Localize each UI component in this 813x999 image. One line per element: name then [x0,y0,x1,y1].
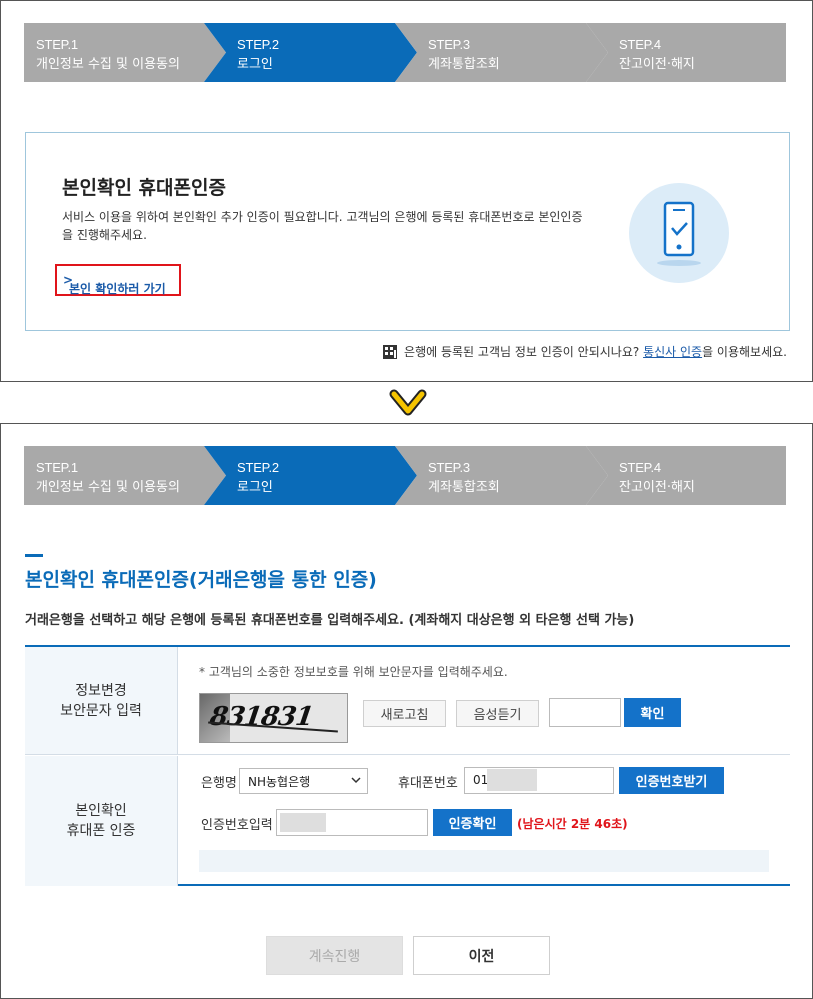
masked-phone-digits [487,769,537,791]
captcha-row: 정보변경 보안문자 입력 * 고객님의 소중한 정보보호를 위해 보안문자를 입력… [25,647,790,755]
bank-select[interactable]: NH농협은행 [239,768,368,794]
bank-select-value: NH농협은행 [248,774,311,789]
captcha-audio-button[interactable]: 음성듣기 [456,700,539,727]
step-2-number: STEP.2 [237,460,279,475]
step-2-number: STEP.2 [237,37,279,52]
step-3-title: 계좌통합조회 [428,57,500,72]
section-title-accent [25,554,43,557]
carrier-auth-link[interactable]: 통신사 인증 [643,343,702,360]
step-2-title: 로그인 [237,480,273,495]
smartphone-check-icon [629,183,729,283]
captcha-row-header: 정보변경 보안문자 입력 [25,647,178,754]
captcha-confirm-button[interactable]: 확인 [624,698,681,727]
get-code-button[interactable]: 인증번호받기 [619,767,724,794]
building-icon [383,344,398,359]
verify-identity-link-label: 본인 확인하러 가기 > [63,273,166,296]
phone-auth-card: 본인확인 휴대폰인증 서비스 이용을 위하여 본인확인 추가 인증이 필요합니다… [25,132,790,331]
auth-form-table: 정보변경 보안문자 입력 * 고객님의 소중한 정보보호를 위해 보안문자를 입력… [25,645,790,886]
bank-label: 은행명 [201,776,237,791]
masked-code [280,813,326,832]
carrier-auth-notice: 은행에 등록된 고객님 정보 인증이 안되시나요? 통신사 인증 을 이용해보세요… [382,343,787,360]
captcha-refresh-button[interactable]: 새로고침 [363,700,446,727]
step-4: STEP.4 잔고이전·해지 [586,23,786,82]
step-3-title: 계좌통합조회 [428,480,500,495]
step-1: STEP.1 개인정보 수집 및 이용동의 [24,446,226,505]
section-title: 본인확인 휴대폰인증(거래은행을 통한 인증) [25,569,377,591]
step-1-title: 개인정보 수집 및 이용동의 [36,57,180,72]
verify-code-button[interactable]: 인증확인 [433,809,512,836]
step-progress-bar: STEP.1 개인정보 수집 및 이용동의 STEP.2 로그인 STEP.3 … [24,446,786,505]
captcha-hint: * 고객님의 소중한 정보보호를 위해 보안문자를 입력해주세요. [199,665,508,679]
remaining-time: (남은시간 2분 46초) [517,817,628,831]
step-2-title: 로그인 [237,57,273,72]
step-4-title: 잔고이전·해지 [619,57,695,72]
step-1: STEP.1 개인정보 수집 및 이용동의 [24,23,226,82]
step-2: STEP.2 로그인 [204,446,417,505]
step-3-number: STEP.3 [428,460,470,475]
step-4-title: 잔고이전·해지 [619,480,695,495]
section-description: 거래은행을 선택하고 해당 은행에 등록된 휴대폰번호를 입력해주세요. (계좌… [25,613,635,628]
card-title: 본인확인 휴대폰인증 [62,177,226,199]
step-login-panel: STEP.1 개인정보 수집 및 이용동의 STEP.2 로그인 STEP.3 … [0,0,813,382]
step-1-number: STEP.1 [36,37,78,52]
notice-text: 은행에 등록된 고객님 정보 인증이 안되시나요? [404,345,640,359]
continue-button[interactable]: 계속진행 [266,936,403,975]
phone-auth-row: 본인확인 휴대폰 인증 은행명 NH농협은행 휴대폰번호 010 인증번호받기 인… [25,756,790,886]
step-3: STEP.3 계좌통합조회 [395,23,608,82]
phone-label: 휴대폰번호 [398,776,458,791]
step-4-number: STEP.4 [619,37,661,52]
step-3-number: STEP.3 [428,37,470,52]
step-4-number: STEP.4 [619,460,661,475]
step-progress-bar: STEP.1 개인정보 수집 및 이용동의 STEP.2 로그인 STEP.3 … [24,23,786,82]
captcha-input[interactable] [549,698,621,727]
step-1-number: STEP.1 [36,460,78,475]
chevron-down-icon [351,777,361,784]
bank-phone-auth-panel: STEP.1 개인정보 수집 및 이용동의 STEP.2 로그인 STEP.3 … [0,423,813,999]
previous-button[interactable]: 이전 [413,936,550,975]
step-2: STEP.2 로그인 [204,23,417,82]
code-label: 인증번호입력 [201,818,273,833]
chevron-down-icon [389,389,427,416]
step-4: STEP.4 잔고이전·해지 [586,446,786,505]
auth-status-bar [199,850,769,872]
captcha-image: 831831 [199,693,348,743]
phone-auth-row-header: 본인확인 휴대폰 인증 [25,756,178,886]
card-description: 서비스 이용을 위하여 본인확인 추가 인증이 필요합니다. 고객님의 은행에 … [62,210,583,242]
step-3: STEP.3 계좌통합조회 [395,446,608,505]
step-1-title: 개인정보 수집 및 이용동의 [36,480,180,495]
notice-text-end: 을 이용해보세요. [702,345,787,359]
verify-identity-link[interactable]: 본인 확인하러 가기 > [55,264,181,296]
